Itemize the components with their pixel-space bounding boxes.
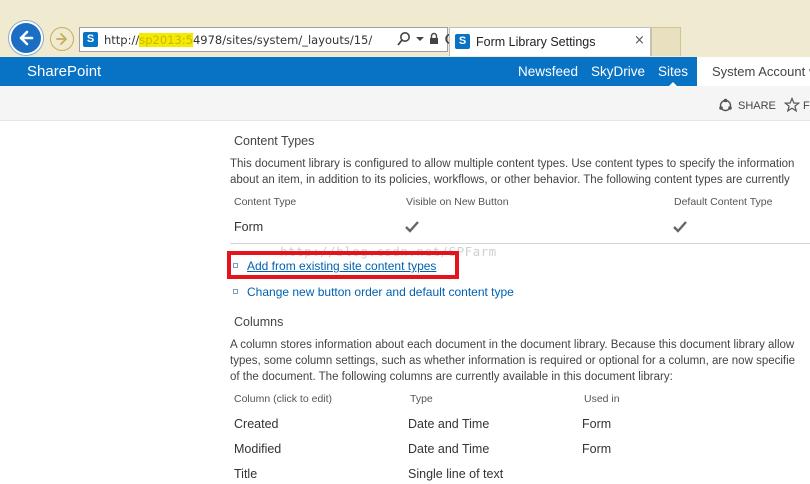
tab-form-library-settings[interactable]: S Form Library Settings × (449, 27, 651, 56)
checkmark-icon (673, 221, 687, 233)
content-types-description-1: This document library is configured to a… (230, 158, 795, 170)
column-used-in: Form (582, 442, 612, 456)
follow-button[interactable]: F (803, 99, 810, 113)
new-tab-button[interactable] (651, 27, 681, 56)
share-button[interactable]: SHARE (738, 99, 776, 113)
column-header-visible: Visible on New Button (406, 196, 509, 208)
column-name-title[interactable]: Title (234, 466, 257, 482)
address-bar[interactable]: S http://sp2013:54978/sites/system/_layo… (79, 27, 456, 52)
browser-toolbar: S http://sp2013:54978/sites/system/_layo… (0, 0, 810, 57)
url-text[interactable]: http://sp2013:54978/sites/system/_layout… (104, 31, 394, 49)
content-types-heading: Content Types (234, 134, 315, 148)
columns-description-3: of the document. The following columns a… (230, 371, 673, 383)
tab-title: Form Library Settings (476, 35, 596, 49)
share-icon[interactable] (718, 98, 733, 113)
suite-bar-blue: SharePoint Newsfeed SkyDrive Sites (0, 57, 697, 87)
column-header-column: Column (click to edit) (234, 393, 333, 405)
browser-window: S http://sp2013:54978/sites/system/_layo… (0, 0, 810, 484)
highlight-box (227, 251, 459, 279)
columns-description-2: types, some column settings, such as whe… (230, 355, 796, 367)
sharepoint-brand[interactable]: SharePoint (27, 62, 101, 81)
sharepoint-favicon-icon: S (455, 34, 470, 49)
bullet-icon (233, 289, 238, 294)
checkmark-icon (405, 221, 419, 233)
column-name-created[interactable]: Created (234, 416, 278, 432)
change-button-order-link[interactable]: Change new button order and default cont… (247, 284, 514, 300)
arrow-left-icon (19, 30, 34, 46)
columns-heading: Columns (234, 315, 284, 329)
star-icon[interactable] (784, 97, 800, 113)
suite-bar: SharePoint Newsfeed SkyDrive Sites Syste… (0, 57, 810, 87)
column-type: Single line of text (408, 467, 504, 481)
ribbon-bar: SHARE F (0, 86, 810, 121)
search-icon[interactable] (396, 31, 412, 49)
column-header-type: Type (410, 393, 433, 405)
column-type: Date and Time (408, 417, 490, 431)
column-name-modified[interactable]: Modified (234, 441, 281, 457)
suite-link-newsfeed[interactable]: Newsfeed (518, 64, 578, 80)
column-type: Date and Time (408, 442, 490, 456)
url-redacted: sp2013:5 (139, 33, 193, 47)
column-header-default: Default Content Type (674, 196, 773, 208)
suite-link-skydrive[interactable]: SkyDrive (591, 64, 645, 80)
content-types-description-2: about an item, in addition to its polici… (230, 174, 790, 186)
suite-link-sites[interactable]: Sites (658, 64, 688, 87)
column-used-in: Form (582, 417, 612, 431)
column-header-used-in: Used in (584, 393, 620, 405)
columns-description-1: A column stores information about each d… (230, 339, 795, 351)
close-icon[interactable]: × (634, 33, 645, 49)
content-type-name[interactable]: Form (234, 219, 263, 235)
sharepoint-favicon-icon: S (83, 32, 98, 47)
forward-button[interactable] (50, 27, 74, 51)
column-header-content-type: Content Type (234, 196, 297, 208)
back-button[interactable] (9, 21, 43, 55)
arrow-right-icon (56, 33, 67, 45)
account-menu[interactable]: System Account ▾ (712, 64, 810, 80)
lock-icon (426, 31, 442, 49)
